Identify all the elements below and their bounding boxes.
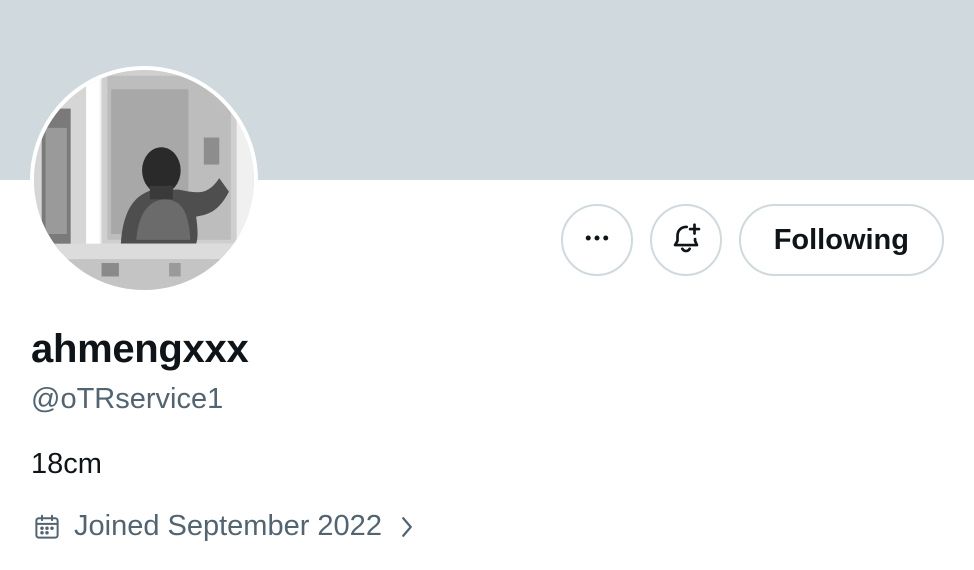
profile-actions: Following	[560, 204, 944, 276]
joined-text: Joined September 2022	[74, 510, 382, 542]
more-button[interactable]	[560, 204, 633, 276]
chevron-right-icon	[396, 512, 418, 542]
more-horizontal-icon	[582, 223, 612, 258]
bell-plus-icon	[669, 221, 703, 260]
following-button[interactable]: Following	[738, 204, 944, 276]
profile-header: Following ahmengxxx @oTRservice1 18cm Jo…	[0, 0, 974, 570]
bio-text: 18cm	[31, 448, 102, 480]
user-handle: @oTRservice1	[31, 383, 224, 415]
notify-button[interactable]	[649, 204, 722, 276]
display-name: ahmengxxx	[31, 327, 249, 371]
avatar[interactable]	[30, 66, 258, 294]
calendar-icon	[32, 512, 62, 542]
joined-date[interactable]: Joined September 2022	[32, 510, 418, 543]
